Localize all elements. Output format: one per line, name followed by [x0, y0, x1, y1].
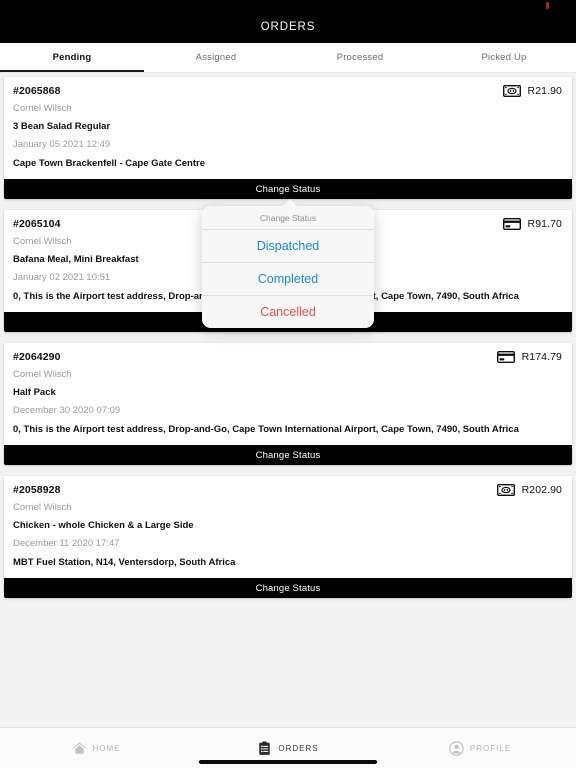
- status-bar: [0, 0, 576, 10]
- order-items: Half Pack: [13, 387, 56, 398]
- order-payment: R21.90: [502, 85, 563, 97]
- popover-option-cancelled[interactable]: Cancelled: [202, 296, 374, 328]
- order-card-body: #2065868 R21.90 Cornel Wilsch 3 Bean Sal…: [4, 77, 572, 179]
- bottom-nav-home-label: HOME: [92, 743, 121, 753]
- tab-assigned-label: Assigned: [195, 52, 237, 63]
- order-payment: R174.79: [496, 351, 563, 363]
- order-header-row: #2065868 R21.90: [13, 85, 563, 97]
- popover-option-cancelled-label: Cancelled: [260, 305, 316, 319]
- home-indicator: [199, 760, 377, 764]
- order-header-row: #2058928 R202.90: [13, 484, 563, 496]
- credit-card-icon: [502, 218, 521, 230]
- popover-option-dispatched-label: Dispatched: [256, 239, 320, 253]
- order-customer: Cornel Wilsch: [13, 502, 72, 513]
- order-id: #2058928: [13, 484, 61, 496]
- order-id: #2065104: [13, 218, 61, 230]
- change-status-button[interactable]: Change Status: [4, 445, 572, 465]
- popover-arrow: [282, 199, 298, 207]
- order-customer: Cornel Wilsch: [13, 103, 72, 114]
- order-date: December 11 2020 17:47: [13, 538, 120, 549]
- bottom-nav-orders[interactable]: ORDERS: [192, 740, 384, 756]
- order-items: 3 Bean Salad Regular: [13, 121, 111, 132]
- popover-option-completed-label: Completed: [257, 272, 319, 286]
- active-tab-underline: [0, 70, 144, 72]
- change-status-button[interactable]: Change Status: [4, 578, 572, 598]
- orders-screen: ORDERS Pending Assigned Processed Picked…: [0, 0, 576, 768]
- navigation-bar: ORDERS: [0, 10, 576, 43]
- order-price: R91.70: [527, 218, 562, 230]
- popover-option-dispatched[interactable]: Dispatched: [202, 230, 374, 263]
- page-title: ORDERS: [260, 20, 316, 33]
- order-id: #2065868: [13, 85, 61, 97]
- order-payment: R202.90: [496, 484, 563, 496]
- change-status-button-label: Change Status: [255, 449, 321, 461]
- recording-indicator-icon: [546, 2, 549, 9]
- person-icon: [449, 740, 464, 756]
- order-date: January 05 2021 12:49: [13, 139, 111, 150]
- tab-picked-up[interactable]: Picked Up: [432, 43, 576, 72]
- clipboard-icon: [257, 740, 272, 756]
- change-status-button-label: Change Status: [255, 183, 321, 195]
- change-status-button[interactable]: Change Status: [4, 179, 572, 199]
- tab-picked-up-label: Picked Up: [481, 52, 527, 63]
- order-customer: Cornel Wilsch: [13, 369, 72, 380]
- order-card-body: #2064290 R174.79 Cornel Wilsch Half Pack…: [4, 343, 572, 445]
- change-status-popover: Change Status Dispatched Completed Cance…: [202, 206, 374, 328]
- order-header-row: #2064290 R174.79: [13, 351, 563, 363]
- cash-icon: [502, 85, 521, 97]
- orders-list[interactable]: #2065868 R21.90 Cornel Wilsch 3 Bean Sal…: [0, 73, 576, 727]
- credit-card-icon: [496, 351, 515, 363]
- order-card-body: #2058928 R202.90 Cornel Wilsch Chicken -…: [4, 476, 572, 578]
- cash-icon: [496, 484, 515, 496]
- order-payment: R91.70: [502, 218, 563, 230]
- order-card[interactable]: #2065868 R21.90 Cornel Wilsch 3 Bean Sal…: [4, 77, 572, 199]
- order-price: R202.90: [521, 484, 562, 496]
- bottom-navigation-bar: HOME ORDERS PROFILE: [0, 727, 576, 768]
- tab-pending[interactable]: Pending: [0, 43, 144, 72]
- order-items: Chicken - whole Chicken & a Large Side: [13, 520, 194, 531]
- change-status-button-label: Change Status: [255, 582, 321, 594]
- home-icon: [72, 741, 87, 756]
- order-address: 0, This is the Airport test address, Dro…: [13, 424, 519, 435]
- popover-title: Change Status: [202, 206, 374, 230]
- bottom-nav-home[interactable]: HOME: [0, 741, 192, 756]
- order-date: December 30 2020 07:09: [13, 405, 121, 416]
- order-price: R21.90: [527, 85, 562, 97]
- tab-pending-label: Pending: [52, 52, 92, 63]
- order-card[interactable]: #2058928 R202.90 Cornel Wilsch Chicken -…: [4, 476, 572, 598]
- order-card[interactable]: #2064290 R174.79 Cornel Wilsch Half Pack…: [4, 343, 572, 465]
- tab-processed[interactable]: Processed: [288, 43, 432, 72]
- order-address: MBT Fuel Station, N14, Ventersdorp, Sout…: [13, 557, 236, 568]
- order-price: R174.79: [521, 351, 562, 363]
- bottom-nav-orders-label: ORDERS: [278, 743, 319, 753]
- bottom-nav-profile-label: PROFILE: [469, 743, 512, 753]
- bottom-nav-profile[interactable]: PROFILE: [384, 740, 576, 756]
- tab-assigned[interactable]: Assigned: [144, 43, 288, 72]
- order-address: Cape Town Brackenfell - Cape Gate Centre: [13, 158, 205, 169]
- order-id: #2064290: [13, 351, 61, 363]
- popover-option-completed[interactable]: Completed: [202, 263, 374, 296]
- tab-processed-label: Processed: [336, 52, 384, 63]
- status-tab-bar: Pending Assigned Processed Picked Up: [0, 43, 576, 73]
